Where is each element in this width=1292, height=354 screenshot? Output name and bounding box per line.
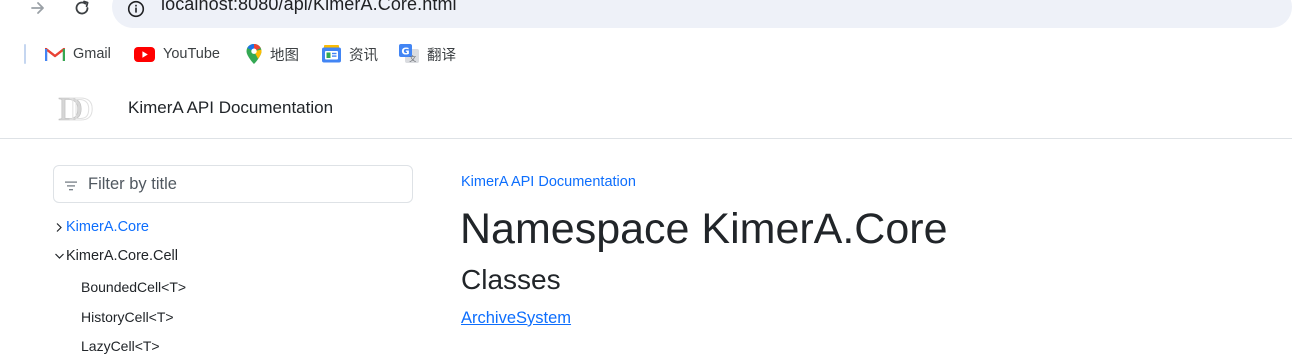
filter-input[interactable] (86, 172, 406, 196)
bookmark-gmail[interactable]: Gmail (45, 44, 111, 64)
youtube-icon (134, 46, 155, 62)
bookmark-youtube[interactable]: YouTube (134, 44, 220, 64)
filter-box (53, 165, 413, 203)
bookmark-label: YouTube (163, 46, 220, 62)
bookmark-translate[interactable]: G 文 翻译 (399, 44, 456, 64)
breadcrumb[interactable]: KimerA API Documentation (461, 174, 636, 190)
site-info-button[interactable] (124, 0, 148, 21)
bookmark-label: 翻译 (427, 47, 456, 64)
toc-item-kimera-core[interactable]: KimerA.Core (53, 219, 149, 235)
bookmark-news[interactable]: 资讯 (322, 44, 378, 64)
url-text[interactable]: localhost:8080/api/KimerA.Core.html (161, 0, 457, 15)
toc-item-label: KimerA.Core.Cell (66, 248, 178, 264)
bookmark-maps[interactable]: 地图 (246, 44, 299, 64)
toc-item-label: KimerA.Core (66, 219, 149, 235)
toc-item-kimera-core-cell[interactable]: KimerA.Core.Cell (53, 248, 178, 264)
reload-button[interactable] (66, 0, 98, 24)
chevron-right-icon[interactable] (53, 222, 65, 233)
bookmark-label: 地图 (270, 47, 299, 64)
apps-grid-icon[interactable] (0, 46, 8, 67)
reload-icon (75, 0, 89, 15)
chevron-down-icon[interactable] (53, 252, 65, 260)
toc-item-boundedcell[interactable]: BoundedCell<T> (81, 279, 186, 295)
bookmarks-bar: Gmail YouTube 地图 资讯 G 文 翻译 (0, 36, 1292, 72)
svg-text:D: D (69, 91, 94, 126)
filter-icon (65, 178, 77, 196)
section-title: Classes (461, 264, 561, 295)
gmail-icon (45, 47, 65, 61)
news-icon (322, 45, 341, 63)
docfx-logo[interactable]: D D (58, 90, 96, 131)
site-header: D D KimerA API Documentation (0, 78, 1292, 139)
browser-toolbar: localhost:8080/api/KimerA.Core.html (0, 0, 1292, 36)
class-link[interactable]: ArchiveSystem (461, 309, 571, 328)
forward-button[interactable] (22, 0, 54, 24)
bookmark-label: 资讯 (349, 47, 378, 64)
bookmarks-separator (24, 44, 26, 64)
docfx-logo-icon: D D (58, 91, 94, 129)
site-brand[interactable]: KimerA API Documentation (128, 98, 333, 118)
page-title: Namespace KimerA.Core (460, 205, 948, 253)
maps-icon (246, 44, 262, 64)
toc-item-lazycell[interactable]: LazyCell<T> (81, 338, 160, 354)
info-icon (127, 0, 145, 18)
toc-item-historycell[interactable]: HistoryCell<T> (81, 309, 174, 325)
translate-icon: G 文 (399, 44, 419, 63)
arrow-right-icon (31, 2, 44, 14)
bookmark-label: Gmail (73, 46, 111, 62)
svg-text:文: 文 (409, 54, 416, 63)
